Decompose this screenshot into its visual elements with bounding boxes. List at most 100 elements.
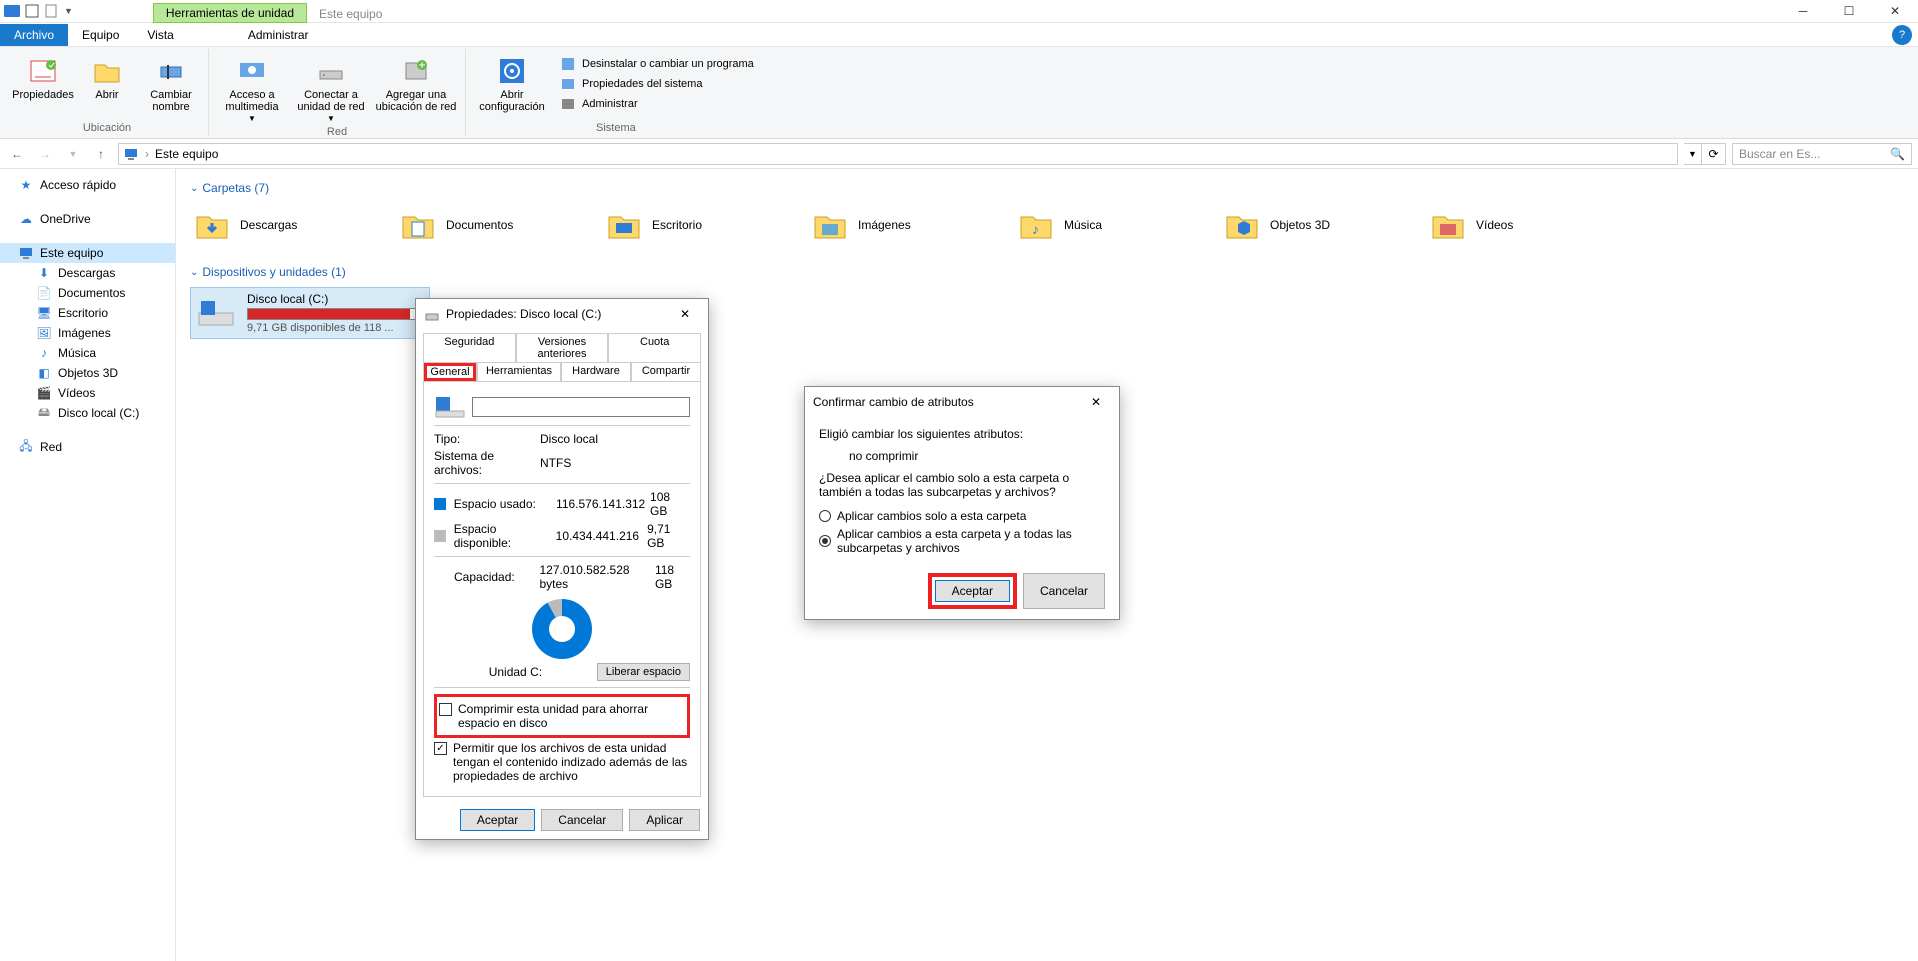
- tab-hardware[interactable]: Hardware: [561, 362, 631, 381]
- tab-general[interactable]: General: [423, 362, 477, 381]
- compress-checkbox-row[interactable]: Comprimir esta unidad para ahorrar espac…: [439, 702, 685, 730]
- qat-new-icon[interactable]: [44, 3, 60, 19]
- music-icon: ♪: [36, 345, 52, 361]
- sidebar-item-network[interactable]: 🖧 Red: [0, 437, 175, 457]
- minimize-button[interactable]: ─: [1780, 0, 1826, 23]
- confirm-intro: Eligió cambiar los siguientes atributos:: [819, 427, 1105, 441]
- breadcrumb-sep: ›: [145, 147, 149, 161]
- recent-dropdown[interactable]: ▼: [62, 143, 84, 165]
- radio-all-subfolders[interactable]: Aplicar cambios a esta carpeta y a todas…: [819, 527, 1105, 555]
- view-tab[interactable]: Vista: [133, 24, 187, 46]
- sidebar-item-music[interactable]: ♪Música: [0, 343, 175, 363]
- sidebar-item-quick-access[interactable]: ★ Acceso rápido: [0, 175, 175, 195]
- qat-properties-icon[interactable]: [24, 3, 40, 19]
- tab-security[interactable]: Seguridad: [423, 333, 516, 362]
- radio-this-folder[interactable]: Aplicar cambios solo a esta carpeta: [819, 509, 1105, 523]
- star-icon: ★: [18, 177, 34, 193]
- dialog-close-button[interactable]: ✕: [670, 304, 700, 324]
- sidebar-item-videos[interactable]: 🎬Vídeos: [0, 383, 175, 403]
- sidebar-item-pictures[interactable]: 🖼Imágenes: [0, 323, 175, 343]
- qat-dropdown-icon[interactable]: ▼: [64, 6, 73, 16]
- radio-icon[interactable]: [819, 535, 831, 547]
- sidebar-item-downloads[interactable]: ⬇Descargas: [0, 263, 175, 283]
- apply-button[interactable]: Aplicar: [629, 809, 700, 831]
- cancel-button[interactable]: Cancelar: [541, 809, 623, 831]
- folder-objects3d[interactable]: Objetos 3D: [1220, 203, 1426, 247]
- system-properties-button[interactable]: Propiedades del sistema: [556, 75, 758, 93]
- devices-section-header[interactable]: ⌄ Dispositivos y unidades (1): [190, 265, 1904, 279]
- computer-tab[interactable]: Equipo: [68, 24, 133, 46]
- properties-icon: [27, 55, 59, 87]
- radio-icon[interactable]: [819, 510, 831, 522]
- folder-videos[interactable]: Vídeos: [1426, 203, 1632, 247]
- search-input[interactable]: Buscar en Es... 🔍: [1732, 143, 1912, 165]
- checkbox-icon[interactable]: [439, 703, 452, 716]
- rename-button[interactable]: Cambiar nombre: [142, 51, 200, 120]
- sidebar-label: Disco local (C:): [58, 406, 139, 420]
- media-access-button[interactable]: Acceso a multimedia ▼: [217, 51, 287, 124]
- confirm-dialog: Confirmar cambio de atributos ✕ Eligió c…: [804, 386, 1120, 620]
- sidebar-item-onedrive[interactable]: ☁ OneDrive: [0, 209, 175, 229]
- cancel-button[interactable]: Cancelar: [1023, 573, 1105, 609]
- accept-button[interactable]: Aceptar: [460, 809, 535, 831]
- titlebar: ▼ Herramientas de unidad Este equipo ─ ☐…: [0, 0, 1918, 23]
- folder-desktop[interactable]: Escritorio: [602, 203, 808, 247]
- open-settings-button[interactable]: Abrir configuración: [474, 51, 550, 120]
- sidebar-item-objects3d[interactable]: ◧Objetos 3D: [0, 363, 175, 383]
- tab-quota[interactable]: Cuota: [608, 333, 701, 362]
- add-location-button[interactable]: Agregar una ubicación de red: [375, 51, 457, 124]
- uninstall-button[interactable]: Desinstalar o cambiar un programa: [556, 55, 758, 73]
- drive-name-input[interactable]: [472, 397, 690, 417]
- accept-button[interactable]: Aceptar: [935, 580, 1010, 602]
- folders-section-header[interactable]: ⌄ Carpetas (7): [190, 181, 1904, 195]
- breadcrumb[interactable]: Este equipo: [155, 147, 218, 161]
- capacity-gb: 118 GB: [655, 563, 690, 591]
- folder-pictures[interactable]: Imágenes: [808, 203, 1014, 247]
- ribbon-group-location: Propiedades Abrir Cambiar nombre Ubicaci…: [6, 49, 209, 136]
- address-dropdown[interactable]: ▼: [1684, 143, 1702, 165]
- compress-highlight: Comprimir esta unidad para ahorrar espac…: [434, 694, 690, 738]
- help-button[interactable]: ?: [1892, 25, 1912, 45]
- maximize-button[interactable]: ☐: [1826, 0, 1872, 23]
- manage-button[interactable]: Administrar: [556, 95, 758, 113]
- close-button[interactable]: ✕: [1872, 0, 1918, 23]
- drive-item[interactable]: Disco local (C:) 9,71 GB disponibles de …: [190, 287, 430, 339]
- map-drive-icon: [315, 55, 347, 87]
- ribbon-group-system: Abrir configuración Desinstalar o cambia…: [466, 49, 766, 136]
- rename-label: Cambiar nombre: [142, 89, 200, 113]
- sidebar: ★ Acceso rápido ☁ OneDrive Este equipo ⬇…: [0, 169, 176, 961]
- menu-tabs: Archivo Equipo Vista Administrar ?: [0, 23, 1918, 47]
- cleanup-button[interactable]: Liberar espacio: [597, 663, 690, 681]
- sidebar-label: Escritorio: [58, 306, 108, 320]
- back-button[interactable]: ←: [6, 143, 28, 165]
- folder-label: Música: [1064, 218, 1102, 232]
- map-drive-button[interactable]: Conectar a unidad de red ▼: [293, 51, 369, 124]
- folder-music[interactable]: ♪Música: [1014, 203, 1220, 247]
- manage-tab[interactable]: Administrar: [234, 24, 323, 46]
- sidebar-item-localdisk[interactable]: 🖴Disco local (C:): [0, 403, 175, 423]
- tab-previous-versions[interactable]: Versiones anteriores: [516, 333, 609, 362]
- tab-body: Tipo:Disco local Sistema de archivos:NTF…: [423, 381, 701, 797]
- drive-tools-tab[interactable]: Herramientas de unidad: [153, 3, 307, 23]
- map-drive-label: Conectar a unidad de red: [293, 89, 369, 113]
- fs-label: Sistema de archivos:: [434, 449, 534, 477]
- dialog-close-button[interactable]: ✕: [1081, 392, 1111, 412]
- properties-button[interactable]: Propiedades: [14, 51, 72, 120]
- dropdown-icon: ▼: [327, 115, 335, 124]
- refresh-button[interactable]: ⟳: [1702, 143, 1726, 165]
- file-tab[interactable]: Archivo: [0, 24, 68, 46]
- address-bar[interactable]: › Este equipo: [118, 143, 1678, 165]
- folder-downloads[interactable]: Descargas: [190, 203, 396, 247]
- index-checkbox-row[interactable]: Permitir que los archivos de esta unidad…: [434, 741, 690, 783]
- tab-tools[interactable]: Herramientas: [477, 362, 561, 381]
- forward-button[interactable]: →: [34, 143, 56, 165]
- tab-share[interactable]: Compartir: [631, 362, 701, 381]
- checkbox-icon[interactable]: [434, 742, 447, 755]
- sidebar-label: Objetos 3D: [58, 366, 118, 380]
- sidebar-item-desktop[interactable]: 🖥Escritorio: [0, 303, 175, 323]
- up-button[interactable]: ↑: [90, 143, 112, 165]
- sidebar-item-documents[interactable]: 📄Documentos: [0, 283, 175, 303]
- sidebar-item-thispc[interactable]: Este equipo: [0, 243, 175, 263]
- folder-documents[interactable]: Documentos: [396, 203, 602, 247]
- open-button[interactable]: Abrir: [78, 51, 136, 120]
